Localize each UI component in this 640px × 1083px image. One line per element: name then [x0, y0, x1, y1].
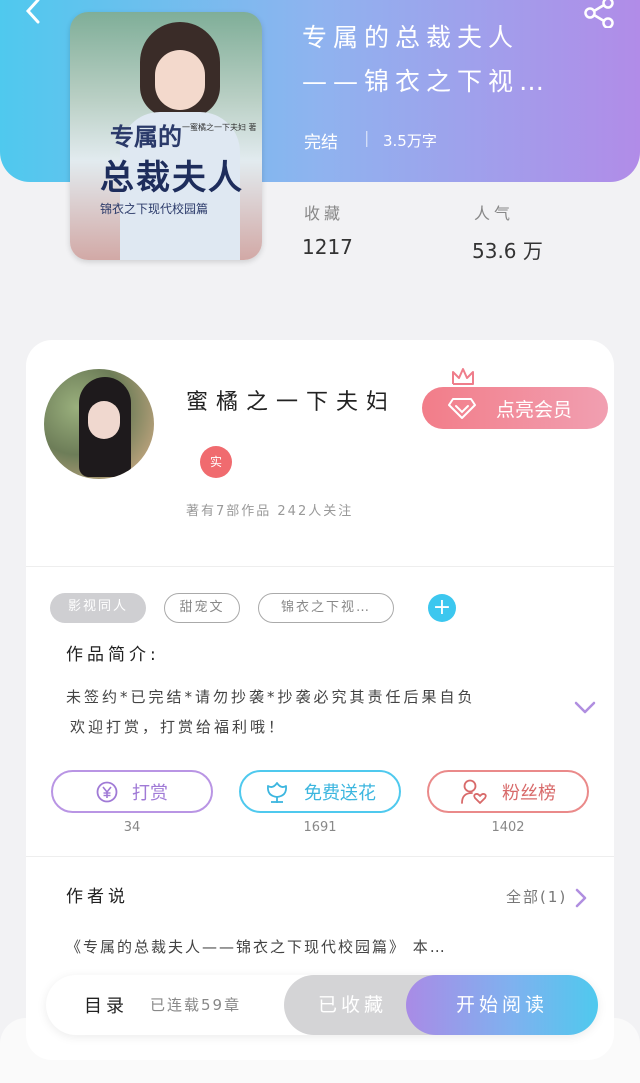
plus-icon: +	[432, 595, 452, 620]
cover-title-line2: 总裁夫人	[100, 158, 244, 198]
intro-text: 未签约*已完结*请勿抄袭*抄袭必究其责任后果自负 欢迎打赏，打赏给福利哦！	[66, 682, 546, 742]
author-name[interactable]: 蜜橘之一下夫妇	[186, 384, 396, 416]
tag-sweet[interactable]: 甜宠文	[164, 593, 240, 623]
book-status: 完结	[304, 133, 338, 153]
popularity-value: 53.6 万	[472, 239, 543, 263]
popularity-label: 人气	[474, 204, 515, 223]
author-meta: 著有7部作品 242人关注	[186, 504, 354, 519]
intro-line2: 欢迎打赏，打赏给福利哦！	[70, 718, 287, 736]
tag-film-fanfic[interactable]: 影视同人	[50, 593, 146, 623]
send-flower-label: 免费送花	[304, 782, 376, 804]
cover-small-text: 一蜜橘之一下夫妇 著	[182, 123, 257, 132]
book-cover[interactable]: 专属的 一蜜橘之一下夫妇 著 总裁夫人 锦衣之下现代校园篇	[70, 12, 262, 260]
cover-subtitle: 锦衣之下现代校园篇	[100, 202, 209, 216]
author-avatar[interactable]	[44, 369, 154, 479]
diamond-icon	[448, 398, 476, 419]
book-title-line2: ——锦衣之下视…	[302, 67, 551, 96]
book-title-line1: 专属的总裁夫人	[302, 23, 520, 52]
crown-icon	[452, 368, 474, 385]
favorites-label: 收藏	[304, 204, 345, 223]
divider	[26, 856, 614, 857]
yuan-coin-icon	[96, 781, 118, 802]
tag-jinyi[interactable]: 锦衣之下视…	[258, 593, 394, 623]
status-separator: |	[364, 128, 370, 147]
back-chevron-icon	[25, 0, 40, 24]
toc-button[interactable]: 目录	[84, 992, 128, 1018]
serial-progress: 已连载59章	[150, 996, 242, 1014]
intro-title: 作品简介:	[66, 645, 160, 665]
reward-count: 34	[123, 820, 141, 835]
author-says-text[interactable]: 《专属的总裁夫人——锦衣之下现代校园篇》 本…	[66, 936, 546, 957]
word-count: 3.5万字	[383, 132, 437, 150]
chevron-right-icon[interactable]	[574, 887, 588, 909]
fans-ranking-label: 粉丝榜	[502, 782, 556, 804]
reward-label: 打赏	[132, 782, 168, 804]
reward-button[interactable]: 打赏	[51, 770, 213, 813]
author-says-title: 作者说	[66, 887, 129, 907]
vip-button-label: 点亮会员	[496, 398, 573, 421]
author-says-all-link[interactable]: 全部(1)	[506, 886, 567, 907]
fans-count: 1402	[491, 820, 525, 835]
flower-count: 1691	[303, 820, 337, 835]
cover-figure-face	[155, 50, 205, 110]
cover-title-line1: 专属的	[110, 122, 182, 151]
back-button[interactable]	[20, 0, 50, 28]
avatar-face	[88, 401, 120, 439]
verified-badge: 实	[200, 446, 232, 478]
fans-heart-icon	[461, 779, 487, 804]
divider	[26, 566, 614, 567]
vip-button[interactable]: 点亮会员	[422, 387, 608, 429]
book-title: 专属的总裁夫人 ——锦衣之下视…	[302, 16, 602, 104]
flower-icon	[267, 781, 287, 803]
favorites-value: 1217	[302, 235, 353, 259]
chevron-down-icon[interactable]	[574, 700, 596, 716]
start-reading-button[interactable]: 开始阅读	[406, 975, 598, 1035]
add-tag-button[interactable]: +	[428, 594, 456, 622]
send-flower-button[interactable]: 免费送花	[239, 770, 401, 813]
fans-ranking-button[interactable]: 粉丝榜	[427, 770, 589, 813]
intro-line1: 未签约*已完结*请勿抄袭*抄袭必究其责任后果自负	[66, 688, 476, 706]
